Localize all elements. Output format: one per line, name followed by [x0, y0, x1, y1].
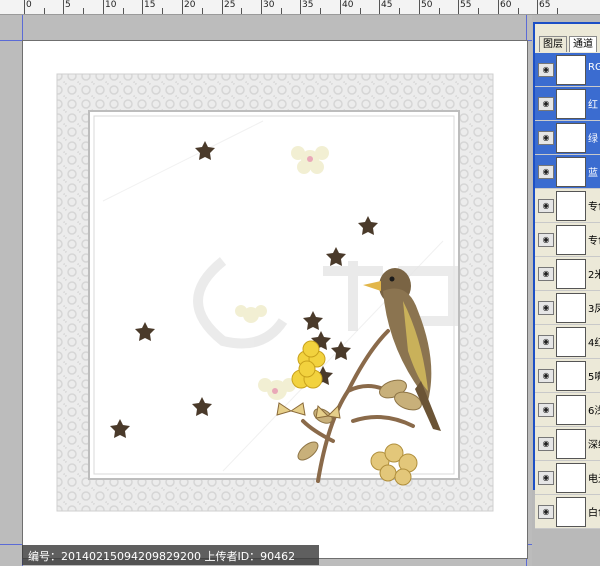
channel-label: 2米	[588, 270, 600, 281]
channel-thumbnail	[556, 55, 586, 85]
ruler-number: 55	[460, 0, 472, 10]
eye-icon[interactable]: ◉	[538, 369, 554, 383]
ruler-number: 65	[539, 0, 551, 10]
ruler-number: 5	[65, 0, 71, 10]
document-workarea[interactable]: 编号：20140215094209829200 上传者ID：90462	[0, 15, 532, 566]
eye-icon[interactable]: ◉	[538, 437, 554, 451]
watermark-text: 编号：20140215094209829200 上传者ID：90462	[28, 550, 296, 563]
channel-label: 3凤	[588, 304, 600, 315]
channel-thumbnail	[556, 395, 586, 425]
tab-layers[interactable]: 图层	[539, 36, 567, 52]
channel-thumbnail	[556, 327, 586, 357]
channel-list: ◉ RG ◉ 红 ◉ 绿 ◉ 蓝 ◉ 专色 ◉ 专色	[535, 53, 600, 529]
channel-label: 电光	[588, 474, 600, 485]
eye-icon[interactable]: ◉	[538, 233, 554, 247]
ruler-number: 25	[224, 0, 236, 10]
channel-label: 绿	[588, 134, 598, 145]
channel-label: 6浅	[588, 406, 600, 417]
channel-label: 4红	[588, 338, 600, 349]
channel-row[interactable]: ◉ 专色	[535, 223, 600, 257]
channel-thumbnail	[556, 293, 586, 323]
channel-row[interactable]: ◉ 6浅	[535, 393, 600, 427]
channel-row[interactable]: ◉ 2米	[535, 257, 600, 291]
ruler-number: 60	[500, 0, 512, 10]
channel-label: RG	[588, 62, 600, 73]
channel-row[interactable]: ◉ 5嘴	[535, 359, 600, 393]
ruler-number: 35	[302, 0, 314, 10]
channel-label: 白色	[588, 508, 600, 519]
channel-thumbnail	[556, 225, 586, 255]
eye-icon[interactable]: ◉	[538, 97, 554, 111]
channel-thumbnail	[556, 463, 586, 493]
channel-row[interactable]: ◉ 4红	[535, 325, 600, 359]
channel-thumbnail	[556, 89, 586, 119]
tab-channels[interactable]: 通道	[569, 36, 597, 52]
eye-icon[interactable]: ◉	[538, 335, 554, 349]
ruler-number: 30	[263, 0, 275, 10]
channel-label: 5嘴	[588, 372, 600, 383]
channel-thumbnail	[556, 191, 586, 221]
eye-icon[interactable]: ◉	[538, 63, 554, 77]
channel-label: 红	[588, 100, 598, 111]
document-canvas[interactable]	[22, 40, 528, 559]
channel-row[interactable]: ◉ 深绿	[535, 427, 600, 461]
channel-label: 专色	[588, 202, 600, 213]
channel-thumbnail	[556, 429, 586, 459]
channel-row[interactable]: ◉ 电光	[535, 461, 600, 495]
channel-thumbnail	[556, 259, 586, 289]
channel-row[interactable]: ◉ 蓝	[535, 155, 600, 189]
eye-icon[interactable]: ◉	[538, 471, 554, 485]
channel-thumbnail	[556, 497, 586, 527]
channel-label: 深绿	[588, 440, 600, 451]
channel-thumbnail	[556, 361, 586, 391]
eye-icon[interactable]: ◉	[538, 403, 554, 417]
panel-tabs: 图层 通道	[535, 36, 600, 52]
channel-thumbnail	[556, 157, 586, 187]
eye-icon[interactable]: ◉	[538, 131, 554, 145]
ruler-number: 50	[421, 0, 433, 10]
eye-icon[interactable]: ◉	[538, 165, 554, 179]
eye-icon[interactable]: ◉	[538, 301, 554, 315]
channel-row[interactable]: ◉ 红	[535, 87, 600, 121]
artwork	[56, 73, 494, 512]
channel-label: 专色	[588, 236, 600, 247]
ruler-number: 40	[342, 0, 354, 10]
channel-thumbnail	[556, 123, 586, 153]
watermark-bar: 编号：20140215094209829200 上传者ID：90462	[22, 545, 319, 565]
top-ruler: 0 5 10 15 20 25 30 35 40 45 50 55 60 65	[0, 0, 600, 15]
eye-icon[interactable]: ◉	[538, 199, 554, 213]
channel-row[interactable]: ◉ 3凤	[535, 291, 600, 325]
ruler-number: 45	[381, 0, 393, 10]
eye-icon[interactable]: ◉	[538, 267, 554, 281]
eye-icon[interactable]: ◉	[538, 505, 554, 519]
ruler-number: 10	[105, 0, 117, 10]
channel-row[interactable]: ◉ RG	[535, 53, 600, 87]
ruler-number: 0	[26, 0, 32, 10]
channel-row[interactable]: ◉ 专色	[535, 189, 600, 223]
ruler-number: 20	[184, 0, 196, 10]
channel-row[interactable]: ◉ 白色	[535, 495, 600, 529]
channel-label: 蓝	[588, 168, 598, 179]
ruler-number: 15	[144, 0, 156, 10]
channels-panel[interactable]: 图层 通道 ◉ RG ◉ 红 ◉ 绿 ◉ 蓝 ◉ 专色 ◉	[533, 22, 600, 529]
channel-row[interactable]: ◉ 绿	[535, 121, 600, 155]
